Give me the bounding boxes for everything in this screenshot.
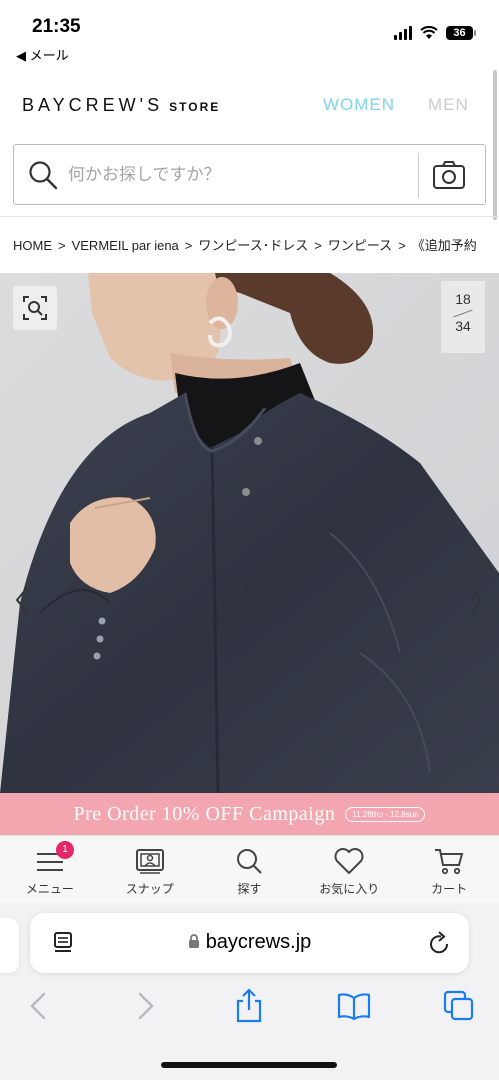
nav-search-label: 探す [237, 882, 262, 896]
battery-icon: 36 [446, 26, 476, 40]
header-divider [0, 216, 499, 217]
home-indicator[interactable] [161, 1062, 337, 1068]
image-counter-total: 34 [455, 318, 471, 334]
nav-men-tab[interactable]: MEN [428, 95, 469, 115]
nav-favorites-label: お気に入り [319, 882, 380, 896]
breadcrumb-category[interactable]: ワンピース･ドレス [198, 235, 308, 254]
breadcrumb-separator: > [184, 238, 193, 253]
breadcrumb-brand[interactable]: VERMEIL par iena [72, 238, 179, 253]
forward-arrow-icon[interactable] [128, 988, 162, 1024]
url-text: baycrews.jp [205, 931, 312, 953]
breadcrumb-separator: > [314, 238, 322, 253]
nav-cart-label: カート [431, 882, 468, 896]
status-bar: 21:35 ◀ メール 36 [0, 0, 499, 70]
logo-main: BAYCREW'S [22, 95, 164, 115]
nav-search[interactable]: 探す [200, 836, 300, 903]
wifi-icon [420, 26, 438, 39]
breadcrumb-home[interactable]: HOME [13, 238, 52, 253]
nav-cart[interactable]: カート [399, 836, 499, 903]
campaign-title: Pre Order 10% OFF Campaign [73, 802, 336, 825]
menu-badge: 1 [56, 841, 74, 859]
breadcrumb-separator: > [58, 238, 66, 253]
reload-icon[interactable] [427, 930, 451, 956]
product-image-carousel[interactable] [0, 273, 499, 793]
signal-icon [394, 26, 412, 40]
zoom-search-icon [23, 296, 47, 320]
product-photo [0, 273, 499, 793]
breadcrumb-separator: > [398, 238, 406, 253]
breadcrumb-current: 《追加予約 [411, 238, 477, 253]
nav-women-tab[interactable]: WOMEN [323, 95, 395, 115]
image-counter: 18 34 [441, 281, 485, 353]
nav-menu-label: メニュー [25, 882, 74, 896]
image-counter-current: 18 [455, 291, 471, 307]
search-icon[interactable] [28, 160, 58, 190]
chevron-left-icon[interactable] [12, 585, 32, 615]
snap-icon [135, 849, 164, 874]
heart-icon [334, 848, 364, 874]
breadcrumb-subcategory[interactable]: ワンピース [328, 235, 392, 254]
zoom-button[interactable] [13, 286, 57, 330]
share-icon[interactable] [232, 988, 266, 1024]
search-input[interactable] [68, 157, 408, 193]
bookmarks-icon[interactable] [337, 988, 371, 1024]
search-bar [13, 144, 486, 205]
back-arrow-icon[interactable] [22, 988, 56, 1024]
status-time: 21:35 [32, 16, 81, 37]
campaign-dates: 11.28thu - 12.8sun [345, 806, 426, 822]
back-to-app-link[interactable]: ◀ メール [16, 45, 69, 64]
nav-favorites[interactable]: お気に入り [299, 836, 399, 903]
site-header: BAYCREW'S STORE WOMEN MEN [0, 70, 499, 140]
page-scrollbar[interactable] [493, 70, 497, 220]
bottom-navigation: 1 メニュー スナップ 探す お気に入り カート [0, 835, 499, 903]
address-bar[interactable]: baycrews.jp [30, 913, 469, 973]
camera-search-icon[interactable] [432, 159, 466, 191]
image-counter-divider [453, 309, 473, 318]
campaign-banner[interactable]: Pre Order 10% OFF Campaign 11.28thu - 12… [0, 793, 499, 835]
nav-snap-label: スナップ [125, 882, 174, 896]
status-indicators: 36 [394, 26, 476, 40]
search-divider [418, 153, 419, 198]
nav-menu[interactable]: 1 メニュー [0, 836, 100, 903]
url-display[interactable]: baycrews.jp [30, 931, 469, 954]
browser-toolbar [0, 988, 499, 1032]
browser-chrome: baycrews.jp [0, 903, 499, 1080]
cart-icon [435, 849, 464, 875]
tabs-icon[interactable] [442, 988, 476, 1024]
previous-tab-preview[interactable] [0, 918, 19, 973]
breadcrumb: HOME > VERMEIL par iena > ワンピース･ドレス > ワンピース > 《追… [13, 235, 499, 254]
nav-snap[interactable]: スナップ [100, 836, 200, 903]
chevron-right-icon[interactable] [466, 585, 486, 615]
search-icon [237, 849, 263, 874]
lock-icon [188, 934, 199, 948]
store-logo[interactable]: BAYCREW'S STORE [22, 95, 220, 116]
logo-sub: STORE [169, 100, 221, 114]
